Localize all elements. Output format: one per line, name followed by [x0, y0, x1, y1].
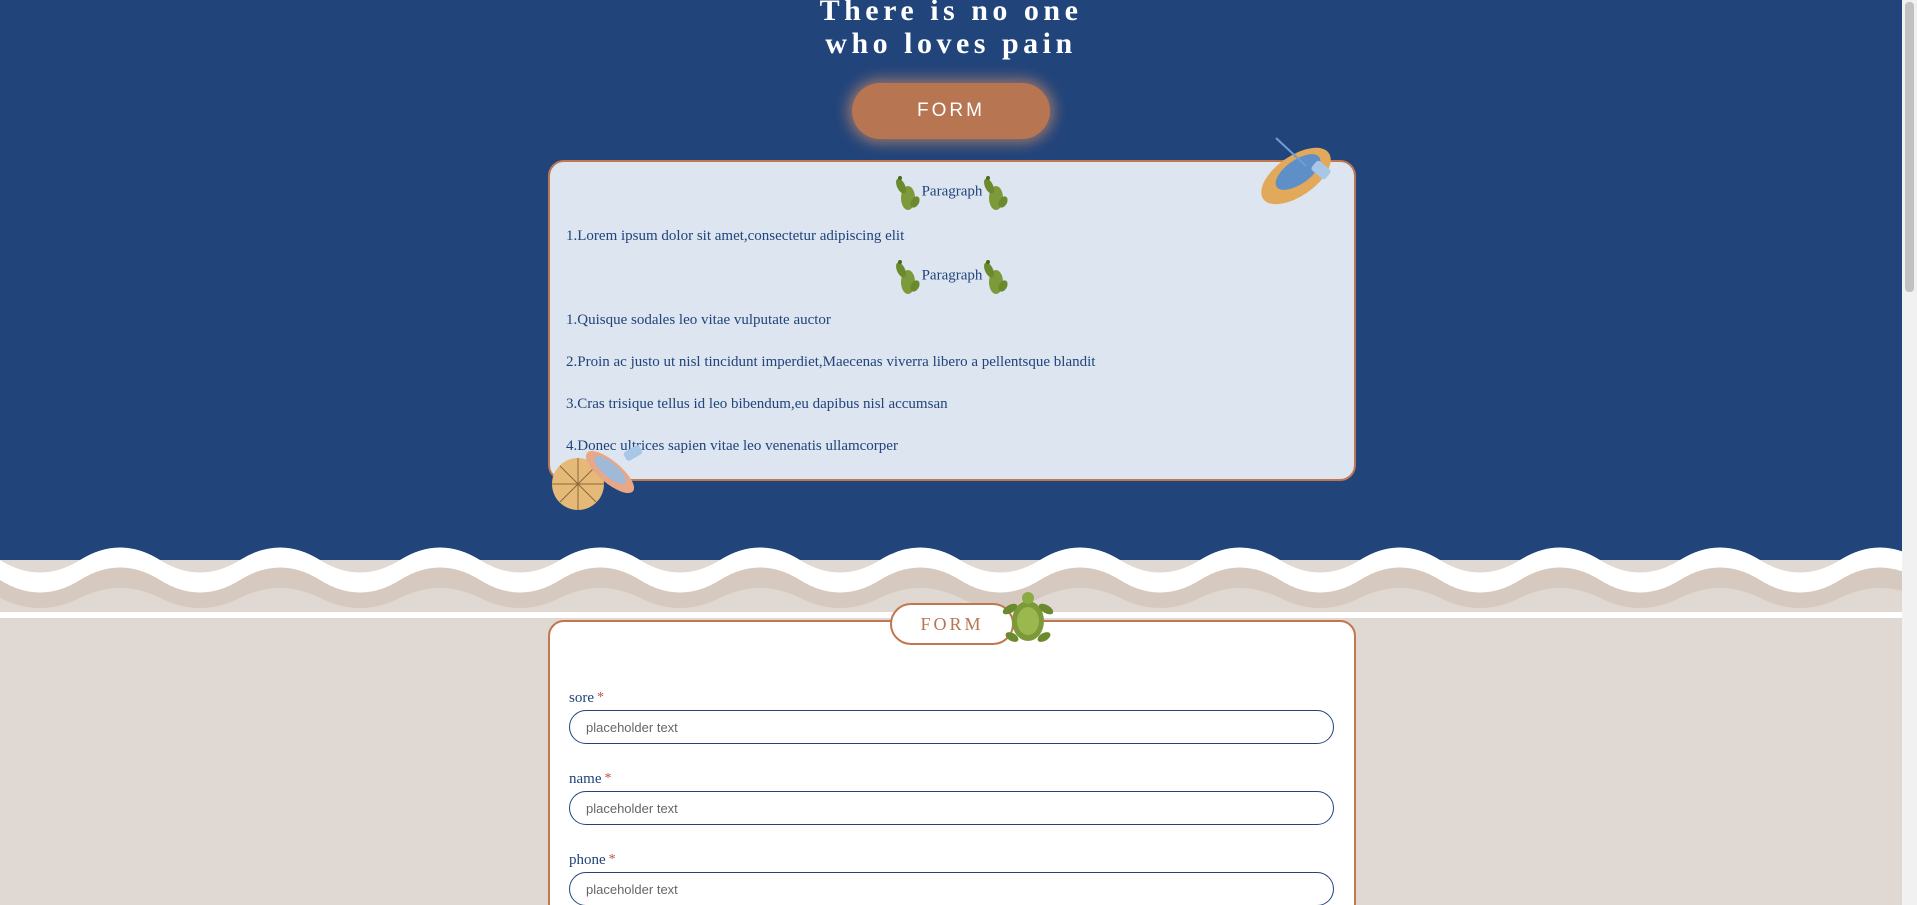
- field-label-text: name: [569, 771, 602, 787]
- rowboat-icon: [1261, 137, 1331, 205]
- cactus-icon: [984, 260, 1008, 294]
- field-label-text: sore: [569, 690, 594, 706]
- cactus-icon: [895, 260, 920, 294]
- field-label-text: phone: [569, 852, 606, 868]
- required-mark: *: [597, 690, 604, 705]
- cactus-icon: [984, 176, 1008, 210]
- required-mark: *: [604, 771, 612, 786]
- turtle-icon: [1002, 592, 1054, 642]
- sore-input[interactable]: [569, 710, 1334, 744]
- list-item: 1.Quisque sodales leo vitae vulputate au…: [566, 312, 831, 328]
- paragraph-heading-2: Paragraph: [550, 256, 1354, 296]
- field-label-sore: sore *: [569, 690, 604, 707]
- hero-title-line-2: who loves pain: [825, 27, 1077, 60]
- list-item: 1.Lorem ipsum dolor sit amet,consectetur…: [566, 228, 905, 244]
- form-tab-label: FORM: [890, 603, 1014, 645]
- parasol-boat-icon: [552, 445, 643, 510]
- list-item: 3.Cras trisique tellus id leo bibendum,e…: [566, 396, 948, 412]
- form-card: [548, 620, 1356, 905]
- field-label-name: name *: [569, 771, 611, 788]
- paragraph-heading-2-text: Paragraph: [921, 267, 983, 284]
- name-input[interactable]: [569, 791, 1334, 825]
- scrollbar-thumb[interactable]: [1905, 2, 1914, 292]
- required-mark: *: [608, 852, 616, 867]
- paragraph-heading-1-text: Paragraph: [921, 183, 983, 200]
- form-button[interactable]: FORM: [852, 83, 1050, 139]
- cactus-icon: [895, 176, 920, 210]
- paragraph-heading-1: Paragraph: [550, 172, 1354, 212]
- list-item: 2.Proin ac justo ut nisl tincidunt imper…: [566, 354, 1096, 370]
- hero-title-line-1: There is no one: [819, 0, 1083, 27]
- phone-input[interactable]: [569, 872, 1334, 905]
- hero-title: There is no one who loves pain: [0, 0, 1902, 60]
- info-card: Paragraph 1.Lorem ipsum dolor sit amet,c…: [548, 160, 1356, 481]
- field-label-phone: phone *: [569, 852, 616, 869]
